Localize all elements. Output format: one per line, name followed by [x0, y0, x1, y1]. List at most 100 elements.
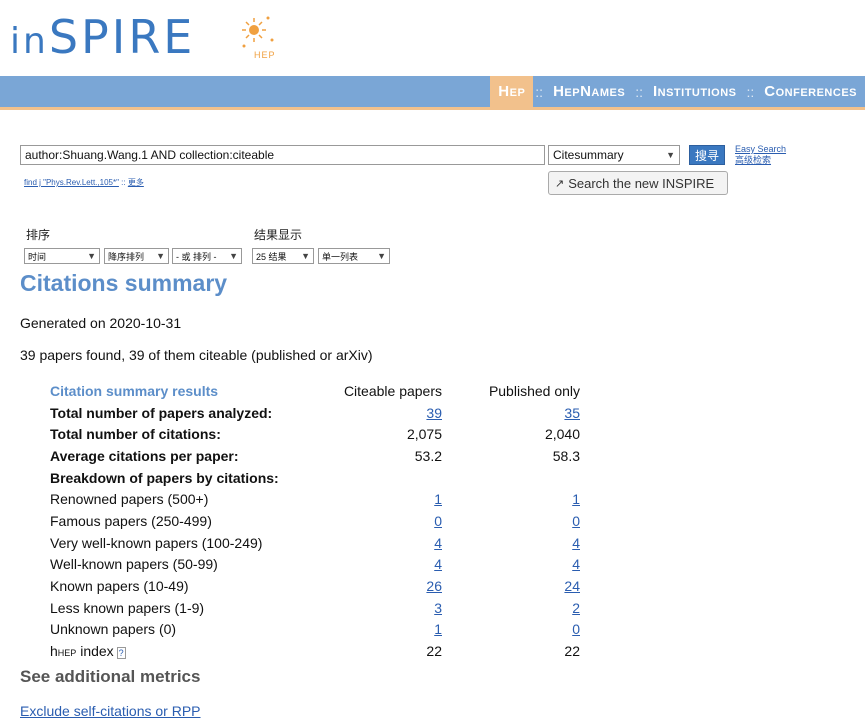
view-value: 单一列表 — [322, 251, 359, 262]
table-row: Total number of papers analyzed: 39 35 — [46, 402, 584, 424]
view-select[interactable]: 单一列表 ▼ — [318, 248, 390, 264]
citeable-count-link[interactable]: 39 — [426, 405, 442, 421]
row-label: Total number of citations: — [50, 426, 221, 443]
table-row-hindex: hHEP index? 22 22 — [46, 640, 584, 662]
sort-secondary-select[interactable]: - 或 排列 - ▼ — [172, 248, 242, 264]
page-title: Citations summary — [20, 270, 228, 296]
new-inspire-button[interactable]: ↗ Search the new INSPIRE — [548, 171, 728, 195]
hindex-citeable-value: 22 — [426, 643, 442, 660]
advanced-search-link[interactable]: 高级检索 — [735, 155, 786, 166]
citeable-value: 2,075 — [406, 426, 442, 443]
table-header-results: Citation summary results — [50, 382, 219, 399]
row-label: Average citations per paper: — [50, 447, 239, 464]
citeable-count-link[interactable]: 4 — [434, 556, 442, 572]
row-label: Total number of papers analyzed: — [50, 404, 273, 421]
nav-separator: :: — [746, 83, 755, 100]
more-examples-link[interactable]: 更多 — [128, 178, 144, 187]
row-label: Famous papers (250-499) — [50, 512, 212, 529]
published-count-link[interactable]: 4 — [572, 556, 580, 572]
citeable-count-link[interactable]: 3 — [434, 600, 442, 616]
nav-hepnames[interactable]: HepNames — [545, 76, 633, 107]
table-row: Less known papers (1-9) 3 2 — [46, 597, 584, 619]
row-label: Breakdown of papers by citations: — [50, 469, 279, 486]
hint-separator: :: — [121, 178, 126, 187]
row-label: Unknown papers (0) — [50, 621, 177, 638]
additional-metrics-heading: See additional metrics — [20, 667, 201, 686]
published-count-link[interactable]: 1 — [572, 491, 580, 507]
output-format-select[interactable]: Citesummary ▼ — [548, 145, 680, 165]
sort-order-select[interactable]: 降序排列 ▼ — [104, 248, 169, 264]
published-count-link[interactable]: 4 — [572, 535, 580, 551]
chevron-down-icon: ▼ — [666, 150, 675, 160]
exclude-self-citations-link[interactable]: Exclude self-citations or RPP — [20, 703, 201, 719]
row-label: Less known papers (1-9) — [50, 599, 205, 616]
citation-summary-table: Citation summary results Citeable papers… — [46, 380, 584, 662]
table-row: Very well-known papers (100-249) 4 4 — [46, 532, 584, 554]
citeable-count-link[interactable]: 0 — [434, 513, 442, 529]
published-count-link[interactable]: 24 — [564, 578, 580, 594]
citeable-count-link[interactable]: 4 — [434, 535, 442, 551]
nav-separator: :: — [535, 83, 544, 100]
chevron-down-icon: ▼ — [87, 251, 96, 261]
table-header-citeable: Citeable papers — [343, 382, 442, 399]
chevron-down-icon: ▼ — [229, 251, 238, 261]
published-value: 58.3 — [552, 447, 580, 464]
easy-search-links: Easy Search 高级检索 — [735, 144, 786, 166]
table-header-published: Published only — [488, 382, 580, 399]
table-row: Total number of citations: 2,075 2,040 — [46, 423, 584, 445]
table-row: Known papers (10-49) 26 24 — [46, 575, 584, 597]
inspire-logo[interactable]: inSPIRE HEP — [10, 4, 310, 68]
nav-hep[interactable]: Hep — [490, 76, 534, 107]
chevron-down-icon: ▼ — [156, 251, 165, 261]
published-count-link[interactable]: 0 — [572, 621, 580, 637]
help-icon[interactable]: ? — [116, 647, 126, 660]
published-count-link[interactable]: 35 — [564, 405, 580, 421]
easy-search-link[interactable]: Easy Search — [735, 144, 786, 155]
results-count: 39 papers found, 39 of them citeable (pu… — [20, 347, 373, 363]
sort-field-select[interactable]: 时间 ▼ — [24, 248, 100, 264]
nav-conferences[interactable]: Conferences — [756, 76, 865, 107]
table-row: Unknown papers (0) 1 0 — [46, 619, 584, 641]
search-hint: find j "Phys.Rev.Lett.,105*" :: 更多 — [24, 177, 144, 188]
search-example-link[interactable]: find j "Phys.Rev.Lett.,105*" — [24, 178, 119, 187]
citeable-count-link[interactable]: 26 — [426, 578, 442, 594]
chevron-down-icon: ▼ — [301, 251, 310, 261]
published-count-link[interactable]: 0 — [572, 513, 580, 529]
sort-label: 排序 — [26, 228, 51, 242]
per-page-select[interactable]: 25 结果 ▼ — [252, 248, 314, 264]
citeable-count-link[interactable]: 1 — [434, 491, 442, 507]
external-link-icon: ↗ — [555, 177, 565, 190]
citeable-count-link[interactable]: 1 — [434, 621, 442, 637]
logo-hep-label: HEP — [254, 50, 276, 60]
table-row: Average citations per paper: 53.2 58.3 — [46, 445, 584, 467]
nav-institutions[interactable]: Institutions — [645, 76, 745, 107]
chevron-down-icon: ▼ — [377, 251, 386, 261]
published-count-link[interactable]: 2 — [572, 600, 580, 616]
nav-separator: :: — [635, 83, 643, 100]
logo-wordmark: inSPIRE — [10, 10, 196, 64]
table-row: Renowned papers (500+) 1 1 — [46, 488, 584, 510]
search-input[interactable] — [20, 145, 545, 165]
output-format-value: Citesummary — [553, 148, 624, 162]
new-inspire-label: Search the new INSPIRE — [568, 175, 715, 191]
table-header: Citation summary results Citeable papers… — [46, 380, 584, 402]
published-value: 2,040 — [544, 426, 580, 443]
generated-date: Generated on 2020-10-31 — [20, 315, 182, 331]
per-page-value: 25 结果 — [256, 251, 287, 262]
hindex-published-value: 22 — [564, 643, 580, 660]
nav-links: Hep :: HepNames :: Institutions :: Confe… — [490, 76, 865, 107]
sort-secondary-value: - 或 排列 - — [176, 251, 217, 262]
table-row: Famous papers (250-499) 0 0 — [46, 510, 584, 532]
citeable-value: 53.2 — [414, 447, 442, 464]
row-label: Very well-known papers (100-249) — [50, 534, 263, 551]
display-label: 结果显示 — [254, 228, 303, 242]
navbar: Hep :: HepNames :: Institutions :: Confe… — [0, 76, 865, 110]
sort-order-value: 降序排列 — [108, 251, 145, 262]
table-row: Breakdown of papers by citations: — [46, 467, 584, 489]
search-button[interactable]: 搜寻 — [689, 145, 725, 165]
row-label: Known papers (10-49) — [50, 578, 189, 595]
table-row: Well-known papers (50-99) 4 4 — [46, 554, 584, 576]
row-label: Well-known papers (50-99) — [50, 556, 218, 573]
hindex-label: hHEP index? — [50, 643, 126, 660]
row-label: Renowned papers (500+) — [50, 491, 209, 508]
